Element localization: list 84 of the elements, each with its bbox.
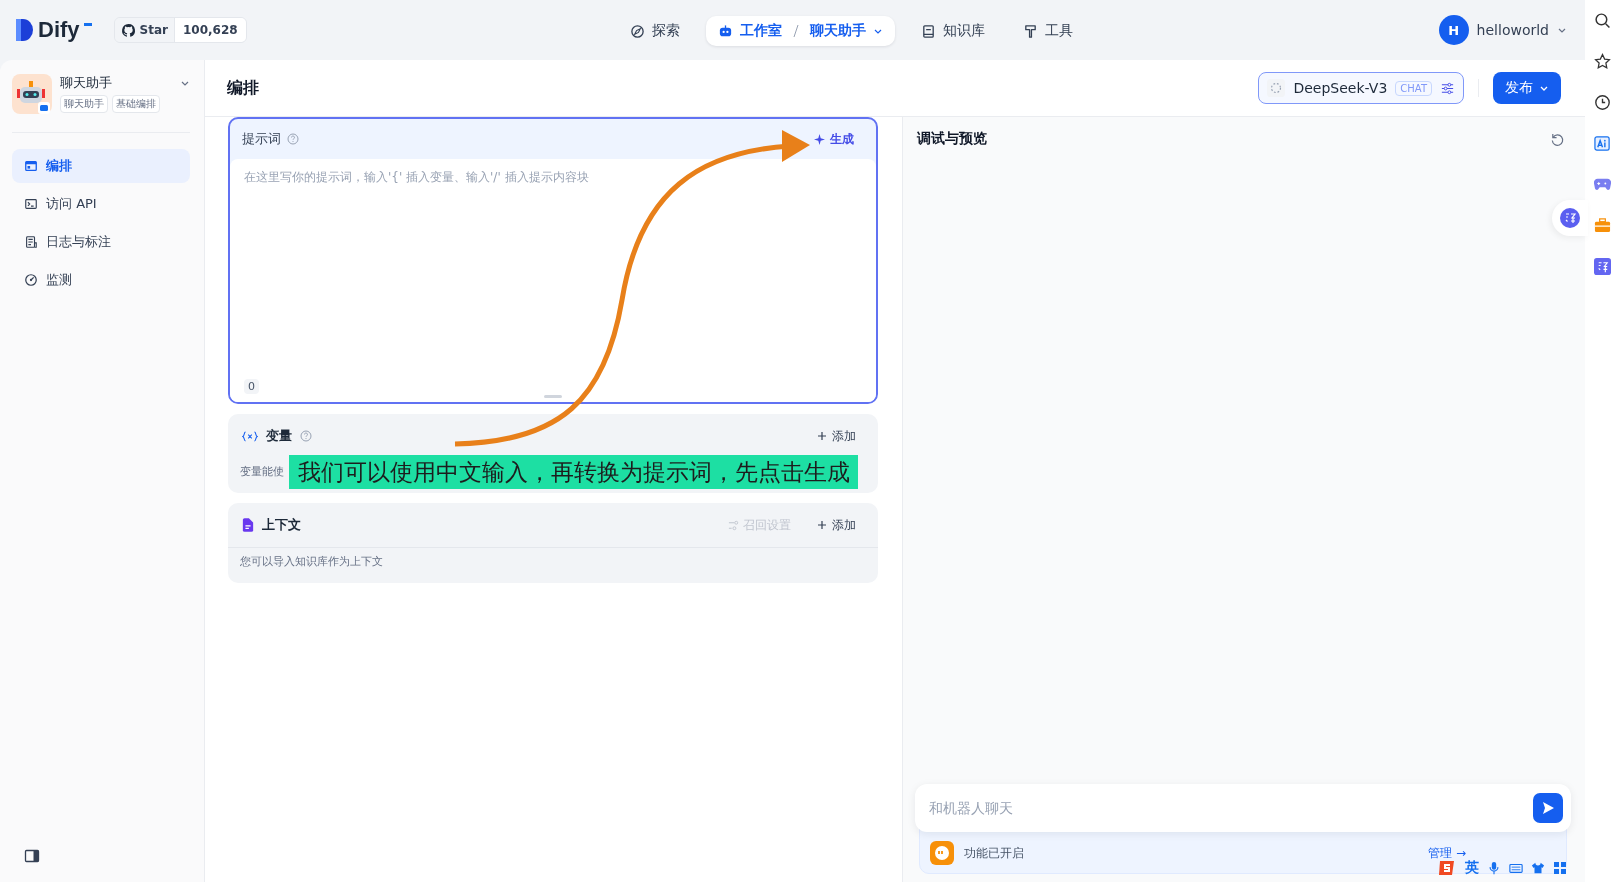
app-tag: 基础编排 <box>112 95 160 113</box>
briefcase-icon[interactable] <box>1594 217 1611 234</box>
resize-handle[interactable] <box>544 395 562 398</box>
gauge-icon <box>24 273 38 287</box>
app-name: 聊天助手 <box>60 74 112 92</box>
translate-icon[interactable] <box>1594 258 1611 275</box>
gamepad-icon[interactable] <box>1594 176 1611 193</box>
nav-tab[interactable]: 工具 <box>1011 16 1085 46</box>
search-icon[interactable] <box>1594 12 1611 29</box>
logo-icon <box>14 17 34 43</box>
variable-icon <box>242 430 258 442</box>
nav-tab[interactable]: 工作室 聊天助手 <box>706 16 895 46</box>
sidebar-item[interactable]: 日志与标注 <box>12 225 190 259</box>
nav-tab[interactable]: 知识库 <box>909 16 997 46</box>
page-title: 编排 <box>227 77 259 99</box>
compass-icon <box>630 23 645 39</box>
plus-icon <box>817 431 827 441</box>
sparkle-icon <box>814 133 825 145</box>
tab-label: 工具 <box>1045 22 1073 40</box>
star-label: Star <box>139 23 168 37</box>
context-title: 上下文 <box>262 516 301 534</box>
clock-icon[interactable] <box>1594 94 1611 111</box>
sidebar-item[interactable]: 访问 API <box>12 187 190 221</box>
logo-text: Dify <box>38 17 80 43</box>
github-icon <box>120 22 136 38</box>
tab-label: 工作室 <box>740 22 782 40</box>
sliders-icon <box>728 519 739 531</box>
model-mode-badge: CHAT <box>1395 80 1432 96</box>
model-name: DeepSeek-V3 <box>1293 80 1388 96</box>
chat-input[interactable]: 和机器人聊天 <box>927 799 1533 817</box>
grid-icon[interactable] <box>1553 861 1567 875</box>
terminal-icon <box>24 197 38 211</box>
user-avatar[interactable]: H <box>1438 15 1469 45</box>
keyboard-icon[interactable] <box>1509 861 1523 875</box>
add-button[interactable]: 添加 <box>817 516 856 534</box>
quote-icon <box>930 841 954 865</box>
context-description: 您可以导入知识库作为上下文 <box>239 554 384 570</box>
add-button[interactable]: 添加 <box>817 427 856 445</box>
variables-title: 变量 <box>266 427 292 445</box>
publish-button[interactable]: 发布 <box>1493 72 1561 104</box>
settings-sliders-icon[interactable] <box>1440 80 1455 96</box>
model-selector[interactable]: DeepSeek-V3 CHAT <box>1258 72 1464 104</box>
character-count: 0 <box>244 379 259 394</box>
refresh-icon[interactable] <box>1550 131 1565 147</box>
document-icon <box>24 235 38 249</box>
ai-icon[interactable] <box>1594 135 1611 152</box>
help-icon <box>287 133 299 145</box>
user-name[interactable]: helloworld <box>1476 22 1549 38</box>
tab-label: 知识库 <box>943 22 985 40</box>
preview-title: 调试与预览 <box>917 130 987 148</box>
language-toggle[interactable]: 英 <box>1465 859 1479 877</box>
plus-icon <box>817 520 827 530</box>
document-icon <box>242 518 254 532</box>
sidebar-item[interactable]: 监测 <box>12 263 190 297</box>
nav-tab[interactable]: 探索 <box>618 16 692 46</box>
shirt-icon[interactable] <box>1531 861 1545 875</box>
github-star-button[interactable]: Star 100,628 <box>113 17 247 43</box>
app-selector[interactable]: 聊天助手 <box>810 22 866 40</box>
slash-divider-icon <box>793 24 799 38</box>
generate-button[interactable]: 生成 <box>814 130 854 148</box>
translate-float-button[interactable] <box>1552 200 1588 236</box>
manage-link[interactable]: 管理 → <box>1428 844 1466 862</box>
microphone-icon[interactable] <box>1487 861 1501 875</box>
sidebar-toggle-icon[interactable] <box>24 848 40 864</box>
feature-status: 功能已开启 <box>964 844 1024 862</box>
translate-icon <box>1560 208 1580 228</box>
chat-input-box[interactable]: 和机器人聊天 <box>915 784 1571 832</box>
help-icon <box>300 430 312 442</box>
annotation-caption: 我们可以使用中文输入，再转换为提示词，先点击生成 <box>289 455 858 489</box>
app-tag: 聊天助手 <box>60 95 108 113</box>
star-count: 100,628 <box>173 18 246 42</box>
send-icon <box>1540 800 1556 816</box>
prompt-label: 提示词 <box>242 130 281 148</box>
robot-avatar-icon <box>12 74 52 114</box>
tab-label: 探索 <box>652 22 680 40</box>
send-button[interactable] <box>1533 793 1563 823</box>
variables-description: 变量能使 <box>240 465 284 478</box>
robot-icon <box>718 23 733 39</box>
book-icon <box>921 23 936 39</box>
model-icon <box>1267 79 1286 97</box>
layout-icon <box>24 159 38 173</box>
hammer-icon <box>1023 23 1038 39</box>
sidebar-item[interactable]: 编排 <box>12 149 190 183</box>
star-icon[interactable] <box>1594 53 1611 70</box>
